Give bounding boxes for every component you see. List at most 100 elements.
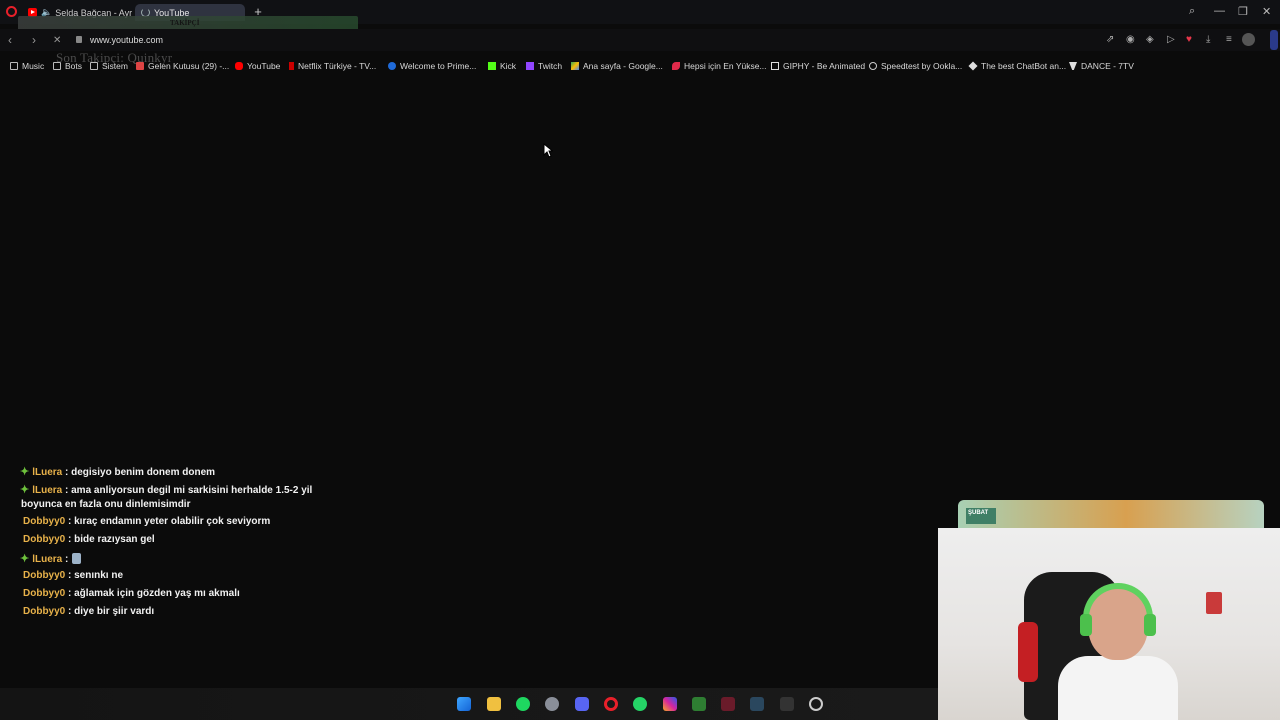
sidebar-edge — [1270, 30, 1278, 50]
bookmark-label: Bots — [65, 61, 83, 71]
bookmark-google[interactable]: Ana sayfa - Google... — [571, 61, 663, 71]
chat-text: bide razıysan gel — [74, 534, 155, 545]
windows-start-icon[interactable] — [457, 697, 471, 711]
bookmark-netflix[interactable]: Netflix Türkiye - TV... — [289, 61, 376, 71]
bookmark-label: Welcome to Prime... — [400, 61, 477, 71]
discord-icon[interactable] — [575, 697, 589, 711]
app-maroon-icon[interactable] — [721, 697, 735, 711]
chat-text: diye bir şiir vardı — [74, 606, 155, 617]
favorites-heart-icon[interactable]: ♥ — [1186, 34, 1192, 45]
bookmark-label: Hepsi için En Yükse... — [684, 61, 767, 71]
mouse-cursor-icon — [543, 143, 553, 158]
forward-icon[interactable]: › — [32, 33, 36, 47]
chat-text: senınkı ne — [74, 570, 124, 581]
chat-text: degisiyo benim donem donem — [71, 467, 216, 478]
chat-message: Dobbyy0 : senınkı ne — [23, 570, 124, 581]
spotify-icon[interactable] — [516, 697, 530, 711]
chat-message: Dobbyy0 : kıraç endamın yeter olabilir ç… — [23, 516, 271, 527]
folder-icon — [90, 62, 98, 70]
app-green-icon[interactable] — [692, 697, 706, 711]
webcam-frame-top — [958, 500, 1264, 530]
prime-icon — [388, 62, 396, 70]
stop-loading-icon[interactable]: ✕ — [53, 35, 61, 46]
bookmark-sistem[interactable]: Sistem — [90, 61, 128, 71]
download-icon[interactable]: ⤓ — [1206, 34, 1210, 45]
7tv-icon — [1069, 62, 1077, 70]
profile-avatar[interactable] — [1242, 33, 1255, 46]
webcam-feed — [938, 528, 1280, 720]
back-icon[interactable]: ‹ — [8, 33, 12, 47]
bookmark-label: Ana sayfa - Google... — [583, 61, 663, 71]
bookmark-hepsi[interactable]: Hepsi için En Yükse... — [672, 61, 767, 71]
shield-icon[interactable]: ◈ — [1146, 34, 1154, 45]
google-drive-icon — [571, 62, 579, 70]
chat-username: Dobbyy0 — [23, 606, 66, 617]
twitch-icon — [526, 62, 534, 70]
bookmark-gmail[interactable]: Gelen Kutusu (29) -... — [136, 61, 229, 71]
bookmark-speedtest[interactable]: Speedtest by Ookla... — [869, 61, 962, 71]
speedtest-icon — [869, 62, 877, 70]
bookmark-label: Gelen Kutusu (29) -... — [148, 61, 230, 71]
bookmark-prime[interactable]: Welcome to Prime... — [388, 61, 476, 71]
folder-icon — [10, 62, 18, 70]
chat-message: ✦ lLuera : ama anliyorsun degil mi sarkis… — [20, 484, 313, 510]
chair-accent — [1018, 622, 1038, 682]
close-icon[interactable]: ✕ — [1262, 5, 1271, 18]
restore-icon[interactable]: ❐ — [1238, 5, 1248, 18]
bookmark-kick[interactable]: Kick — [488, 61, 516, 71]
chat-message: Dobbyy0 : bide razıysan gel — [23, 534, 155, 545]
badge-icon: ✦ — [20, 553, 30, 565]
bookmark-chatbot[interactable]: The best ChatBot an... — [968, 61, 1066, 71]
bookmark-label: Netflix Türkiye - TV... — [298, 61, 377, 71]
chat-message: ✦ lLuera : degisiyo benim donem donem — [20, 466, 216, 478]
bookmark-giphy[interactable]: GIPHY - Be Animated — [771, 61, 865, 71]
folder-icon — [53, 62, 61, 70]
chatbot-icon — [968, 61, 978, 71]
snapshot-icon[interactable]: ◉ — [1126, 34, 1135, 45]
gmail-icon — [136, 62, 144, 70]
chat-username: Dobbyy0 — [23, 534, 66, 545]
chat-username: Dobbyy0 — [23, 516, 66, 527]
search-tabs-icon[interactable]: ⌕ — [1189, 5, 1195, 18]
epic-games-icon[interactable] — [780, 697, 794, 711]
bookmark-label: Music — [22, 61, 45, 71]
emote-icon — [72, 553, 82, 564]
bookmark-7tv[interactable]: DANCE - 7TV — [1069, 61, 1134, 71]
bookmark-bots[interactable]: Bots — [53, 61, 82, 71]
bookmark-label: Twitch — [538, 61, 563, 71]
whatsapp-icon[interactable] — [633, 697, 647, 711]
bookmark-label: Speedtest by Ookla... — [881, 61, 963, 71]
chat-username: lLuera — [32, 467, 63, 478]
netflix-icon — [289, 62, 294, 70]
chat-text: ama anliyorsun degil mi sarkisini herhal… — [71, 485, 313, 496]
bookmark-twitch[interactable]: Twitch — [526, 61, 562, 71]
file-explorer-icon[interactable] — [487, 697, 501, 711]
chat-username: lLuera — [32, 485, 63, 496]
share-icon[interactable]: ⇗ — [1106, 34, 1114, 45]
red-icon — [672, 62, 680, 70]
wall-hanging — [1206, 592, 1222, 614]
bookmark-music[interactable]: Music — [10, 61, 44, 71]
bookmark-label: YouTube — [247, 61, 281, 71]
steam-icon[interactable] — [750, 697, 764, 711]
headset-ear-left — [1080, 614, 1092, 636]
instagram-icon[interactable] — [663, 697, 677, 711]
youtube-icon — [235, 62, 243, 70]
chat-message: Dobbyy0 : ağlamak için gözden yaş mı akm… — [23, 588, 240, 599]
minimize-icon[interactable]: — — [1214, 5, 1225, 17]
bookmark-youtube[interactable]: YouTube — [235, 61, 280, 71]
url-field[interactable]: www.youtube.com — [90, 35, 163, 45]
bookmark-label: Sistem — [102, 61, 128, 71]
chat-text-continued: boyunca en fazla onu dinlemisimdir — [21, 499, 191, 510]
overlay-title: TAKİPÇİ — [170, 19, 200, 27]
kick-icon — [488, 62, 496, 70]
app-circle-icon[interactable] — [545, 697, 559, 711]
menu-icon[interactable]: ≡ — [1226, 34, 1232, 45]
chat-message: Dobbyy0 : diye bir şiir vardı — [23, 606, 155, 617]
opera-logo-icon[interactable] — [6, 6, 17, 17]
opera-icon[interactable] — [604, 697, 618, 711]
app-ring-icon[interactable] — [809, 697, 823, 711]
webcam-badge: ŞUBAT — [966, 508, 996, 524]
player-icon[interactable]: ▷ — [1167, 34, 1175, 45]
chat-message: ✦ lLuera : — [20, 552, 82, 565]
